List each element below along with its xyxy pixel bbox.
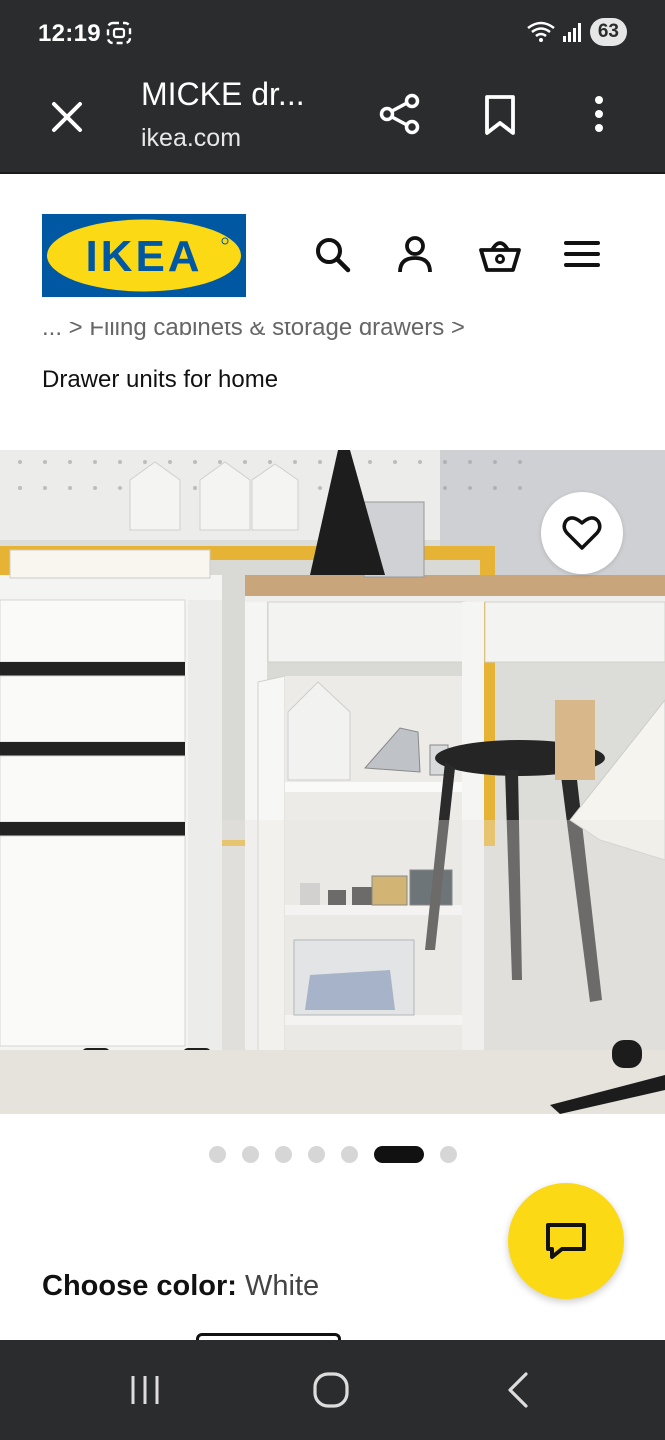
share-icon[interactable] (378, 92, 422, 136)
more-menu-icon[interactable] (584, 92, 614, 136)
browser-toolbar: MICKE dr... ikea.com (0, 66, 665, 174)
wifi-icon (527, 21, 555, 42)
ikea-logo[interactable]: IKEA (42, 214, 246, 297)
screen-recorder-icon (106, 21, 132, 45)
choose-color: Choose color: White (42, 1270, 319, 1303)
search-icon[interactable] (312, 234, 352, 274)
choose-color-label: Choose color: (42, 1270, 237, 1302)
carousel-dot[interactable] (241, 1146, 259, 1163)
breadcrumb[interactable]: ... > Filing cabinets & storage drawers … (42, 322, 465, 344)
status-time: 12:19 (38, 20, 101, 47)
close-icon[interactable] (46, 96, 88, 138)
favorite-button[interactable] (541, 492, 623, 574)
back-icon[interactable] (498, 1370, 538, 1410)
carousel-indicator[interactable] (0, 1146, 665, 1163)
page-url[interactable]: ikea.com (141, 124, 241, 153)
chat-button[interactable] (508, 1183, 624, 1299)
logo-text: IKEA (85, 232, 202, 281)
recent-apps-icon[interactable] (125, 1370, 165, 1410)
heart-icon (562, 516, 602, 550)
carousel-dot[interactable] (340, 1146, 358, 1163)
bookmark-icon[interactable] (480, 94, 520, 136)
status-bar: 12:19 63 (0, 0, 665, 66)
chat-icon (546, 1223, 586, 1259)
carousel-dot[interactable] (274, 1146, 292, 1163)
carousel-dot[interactable] (307, 1146, 325, 1163)
account-icon[interactable] (395, 234, 435, 274)
menu-icon[interactable] (562, 234, 602, 274)
site-header: IKEA (0, 174, 665, 322)
carousel-dot-active[interactable] (373, 1146, 424, 1163)
home-icon[interactable] (311, 1370, 351, 1410)
choose-color-value: White (245, 1270, 320, 1302)
signal-icon (562, 23, 581, 42)
page-title: MICKE dr... (141, 76, 305, 112)
status-icons: 63 (526, 18, 627, 46)
carousel-dot[interactable] (208, 1146, 226, 1163)
battery-indicator: 63 (589, 18, 627, 46)
cart-icon[interactable] (478, 234, 522, 274)
carousel-dot[interactable] (439, 1146, 457, 1163)
system-nav-bar (0, 1340, 665, 1440)
breadcrumb-current[interactable]: Drawer units for home (42, 366, 278, 394)
